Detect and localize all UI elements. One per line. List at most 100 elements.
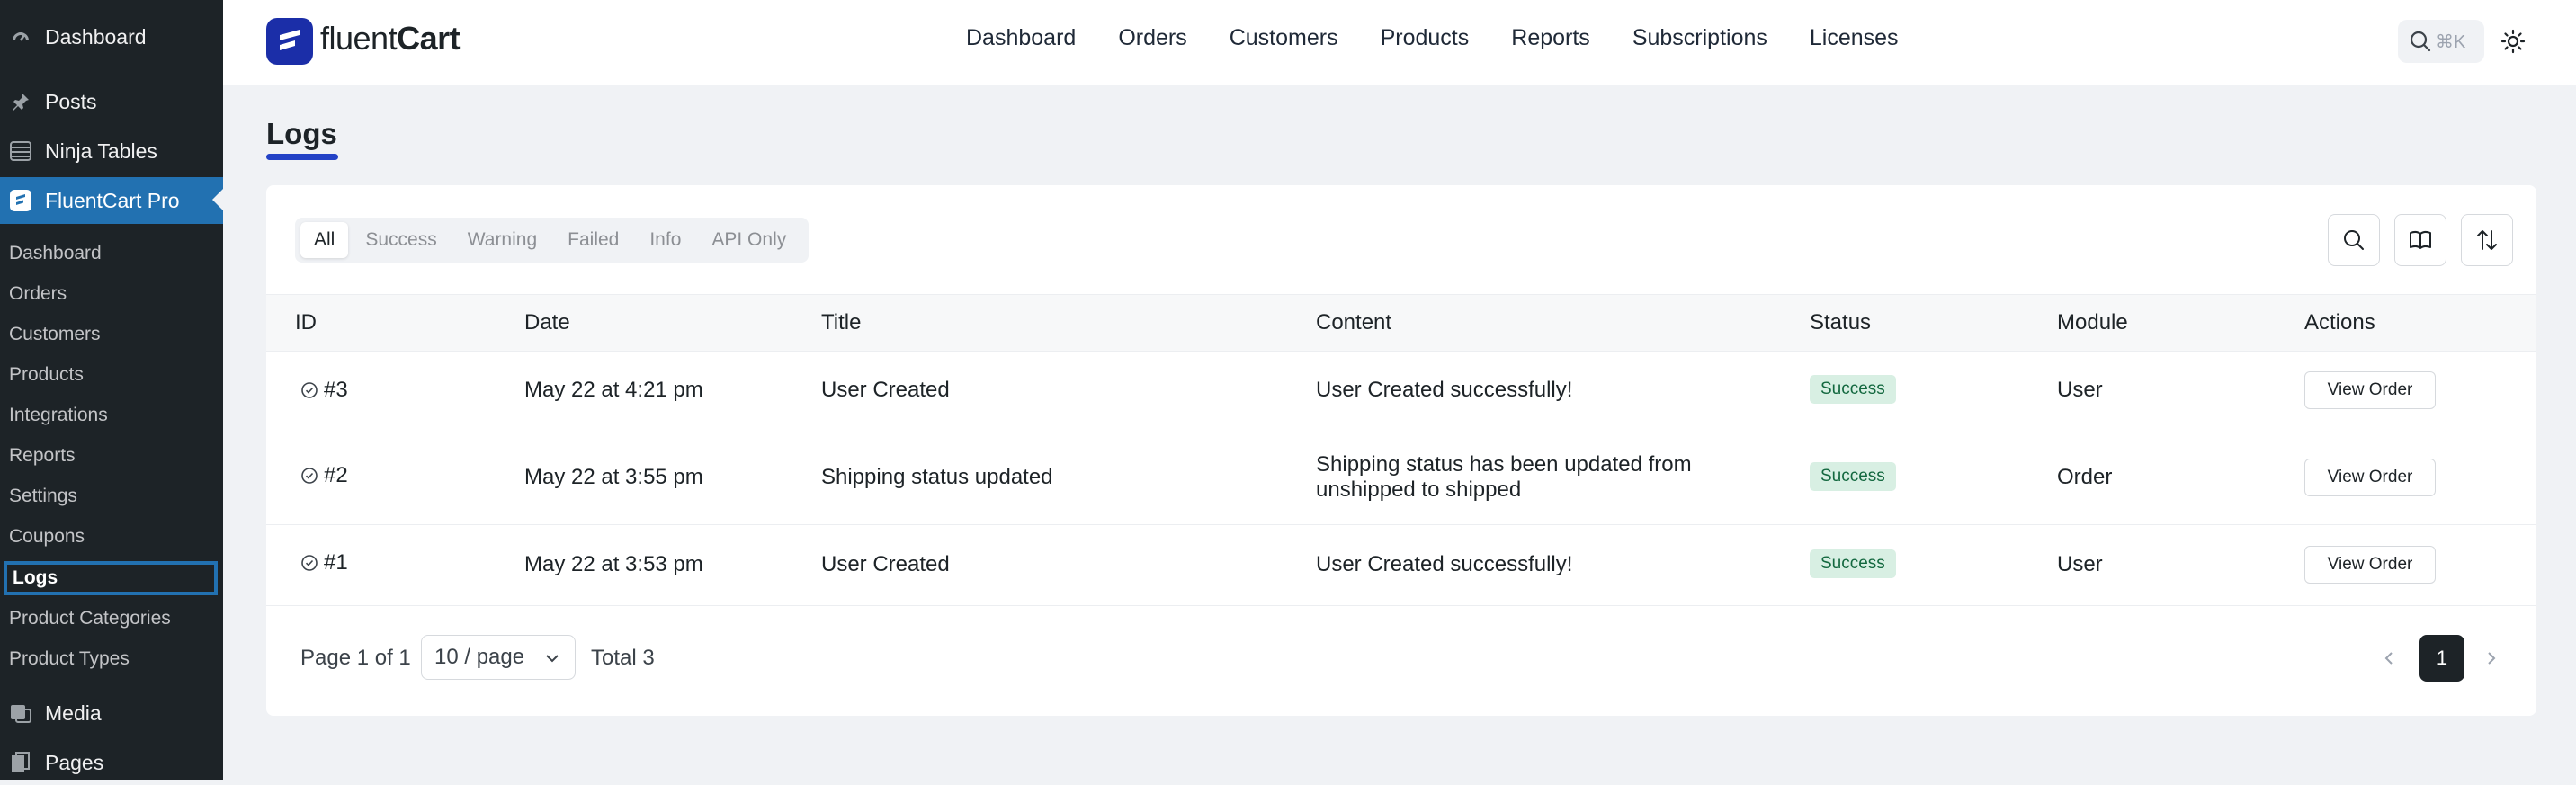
wp-menu-label: Ninja Tables	[45, 138, 157, 163]
sort-arrows-icon	[2474, 227, 2500, 253]
row-content: User Created successfully!	[1316, 378, 1573, 402]
row-date: May 22 at 3:53 pm	[524, 552, 703, 576]
wp-submenu-label: Coupons	[9, 526, 85, 547]
row-id: #2	[324, 463, 348, 487]
column-header-id[interactable]: ID	[295, 310, 317, 335]
wp-submenu-products[interactable]: Products	[0, 357, 223, 393]
app-header: fluentCart Dashboard Orders Customers Pr…	[223, 0, 2576, 85]
global-search-button[interactable]: ⌘K	[2398, 20, 2484, 63]
row-id-cell: #1	[300, 550, 348, 575]
wp-menu-media[interactable]: Media	[0, 691, 223, 736]
table-header: ID Date Title Content Status Module Acti…	[266, 294, 2536, 352]
log-filter-tabs: All Success Warning Failed Info API Only	[295, 218, 809, 263]
wp-submenu-label: Integrations	[9, 405, 108, 425]
wp-submenu-settings[interactable]: Settings	[0, 478, 223, 514]
wp-submenu-dashboard[interactable]: Dashboard	[0, 236, 223, 272]
table-row[interactable]: #2 May 22 at 3:55 pm Shipping status upd…	[266, 433, 2536, 525]
column-header-date[interactable]: Date	[524, 310, 570, 335]
row-content-continued: unshipped to shipped	[1316, 477, 1522, 502]
page-info: Page 1 of 1	[300, 646, 411, 670]
logo-text-light: fluent	[320, 20, 398, 57]
filter-failed[interactable]: Failed	[554, 222, 632, 258]
wp-menu-label: FluentCart Pro	[45, 188, 180, 212]
wp-menu-pages[interactable]: Pages	[0, 740, 223, 785]
table-search-button[interactable]	[2328, 214, 2380, 266]
nav-subscriptions[interactable]: Subscriptions	[1632, 25, 1767, 51]
wp-submenu-label: Orders	[9, 283, 67, 304]
check-circle-icon	[301, 382, 318, 398]
row-id: #1	[324, 550, 348, 575]
sort-button[interactable]	[2461, 214, 2513, 266]
page-number-current[interactable]: 1	[2419, 635, 2464, 682]
row-date: May 22 at 4:21 pm	[524, 378, 703, 402]
nav-reports[interactable]: Reports	[1511, 25, 1590, 51]
filter-all[interactable]: All	[300, 222, 349, 258]
wp-submenu-label: Product Types	[9, 648, 130, 669]
column-header-title[interactable]: Title	[821, 310, 861, 335]
wp-menu-dashboard[interactable]: Dashboard	[0, 14, 223, 59]
table-row[interactable]: #1 May 22 at 3:53 pm User Created User C…	[266, 524, 2536, 606]
media-icon	[7, 700, 34, 727]
wp-menu-label: Dashboard	[45, 24, 147, 49]
search-icon	[2341, 227, 2366, 253]
nav-orders[interactable]: Orders	[1118, 25, 1186, 51]
wp-submenu-reports[interactable]: Reports	[0, 438, 223, 474]
pushpin-icon	[7, 88, 34, 115]
fluentcart-logo-icon[interactable]	[266, 18, 313, 65]
check-circle-icon	[301, 468, 318, 484]
per-page-select[interactable]: 10 / page	[421, 635, 576, 680]
column-header-actions: Actions	[2304, 310, 2375, 335]
row-module: User	[2057, 378, 2103, 402]
filter-api-only[interactable]: API Only	[698, 222, 800, 258]
filter-warning[interactable]: Warning	[454, 222, 550, 258]
search-icon	[2409, 30, 2432, 53]
wp-submenu-label: Customers	[9, 324, 101, 344]
prev-page-button[interactable]	[2376, 646, 2402, 671]
row-id-cell: #2	[300, 463, 348, 488]
pages-icon	[7, 749, 34, 776]
column-header-content[interactable]: Content	[1316, 310, 1391, 335]
next-page-button[interactable]	[2479, 646, 2504, 671]
wp-menu-ninja-tables[interactable]: Ninja Tables	[0, 129, 223, 174]
column-header-module[interactable]: Module	[2057, 310, 2128, 335]
wp-submenu-integrations[interactable]: Integrations	[0, 397, 223, 433]
chevron-down-icon	[542, 648, 562, 674]
wp-submenu-label: Products	[9, 364, 84, 385]
wp-submenu-orders[interactable]: Orders	[0, 276, 223, 312]
nav-products[interactable]: Products	[1381, 25, 1470, 51]
table-row[interactable]: #3 May 22 at 4:21 pm User Created User C…	[266, 350, 2536, 433]
nav-customers[interactable]: Customers	[1230, 25, 1338, 51]
filter-info[interactable]: Info	[636, 222, 694, 258]
status-badge: Success	[1810, 462, 1896, 491]
fluentcart-icon	[7, 187, 34, 214]
wp-admin-sidebar: Dashboard Posts Ninja Tables FluentCart …	[0, 0, 223, 780]
nav-dashboard[interactable]: Dashboard	[966, 25, 1076, 51]
wp-submenu-product-categories[interactable]: Product Categories	[0, 601, 223, 637]
wp-submenu-logs[interactable]: Logs	[4, 561, 218, 595]
documentation-button[interactable]	[2394, 214, 2446, 266]
wp-submenu-coupons[interactable]: Coupons	[0, 519, 223, 555]
view-order-button[interactable]: View Order	[2304, 371, 2436, 409]
dashboard-icon	[7, 23, 34, 50]
chevron-left-icon	[2384, 652, 2393, 665]
row-title: User Created	[821, 552, 950, 576]
wp-submenu-product-types[interactable]: Product Types	[0, 641, 223, 677]
column-header-status[interactable]: Status	[1810, 310, 1871, 335]
row-title: User Created	[821, 378, 950, 402]
wp-menu-fluentcart-pro[interactable]: FluentCart Pro	[0, 177, 223, 224]
total-count: Total 3	[591, 646, 655, 670]
status-badge: Success	[1810, 549, 1896, 578]
filter-success[interactable]: Success	[352, 222, 450, 258]
active-menu-arrow	[212, 189, 223, 210]
wp-submenu-customers[interactable]: Customers	[0, 317, 223, 352]
table-icon	[7, 138, 34, 165]
status-badge: Success	[1810, 375, 1896, 404]
row-module: Order	[2057, 465, 2113, 489]
sun-icon	[2500, 29, 2526, 54]
theme-toggle-button[interactable]	[2495, 23, 2531, 59]
view-order-button[interactable]: View Order	[2304, 546, 2436, 584]
nav-licenses[interactable]: Licenses	[1810, 25, 1899, 51]
wp-menu-posts[interactable]: Posts	[0, 79, 223, 124]
view-order-button[interactable]: View Order	[2304, 459, 2436, 496]
app-logo-text[interactable]: fluentCart	[320, 20, 461, 58]
